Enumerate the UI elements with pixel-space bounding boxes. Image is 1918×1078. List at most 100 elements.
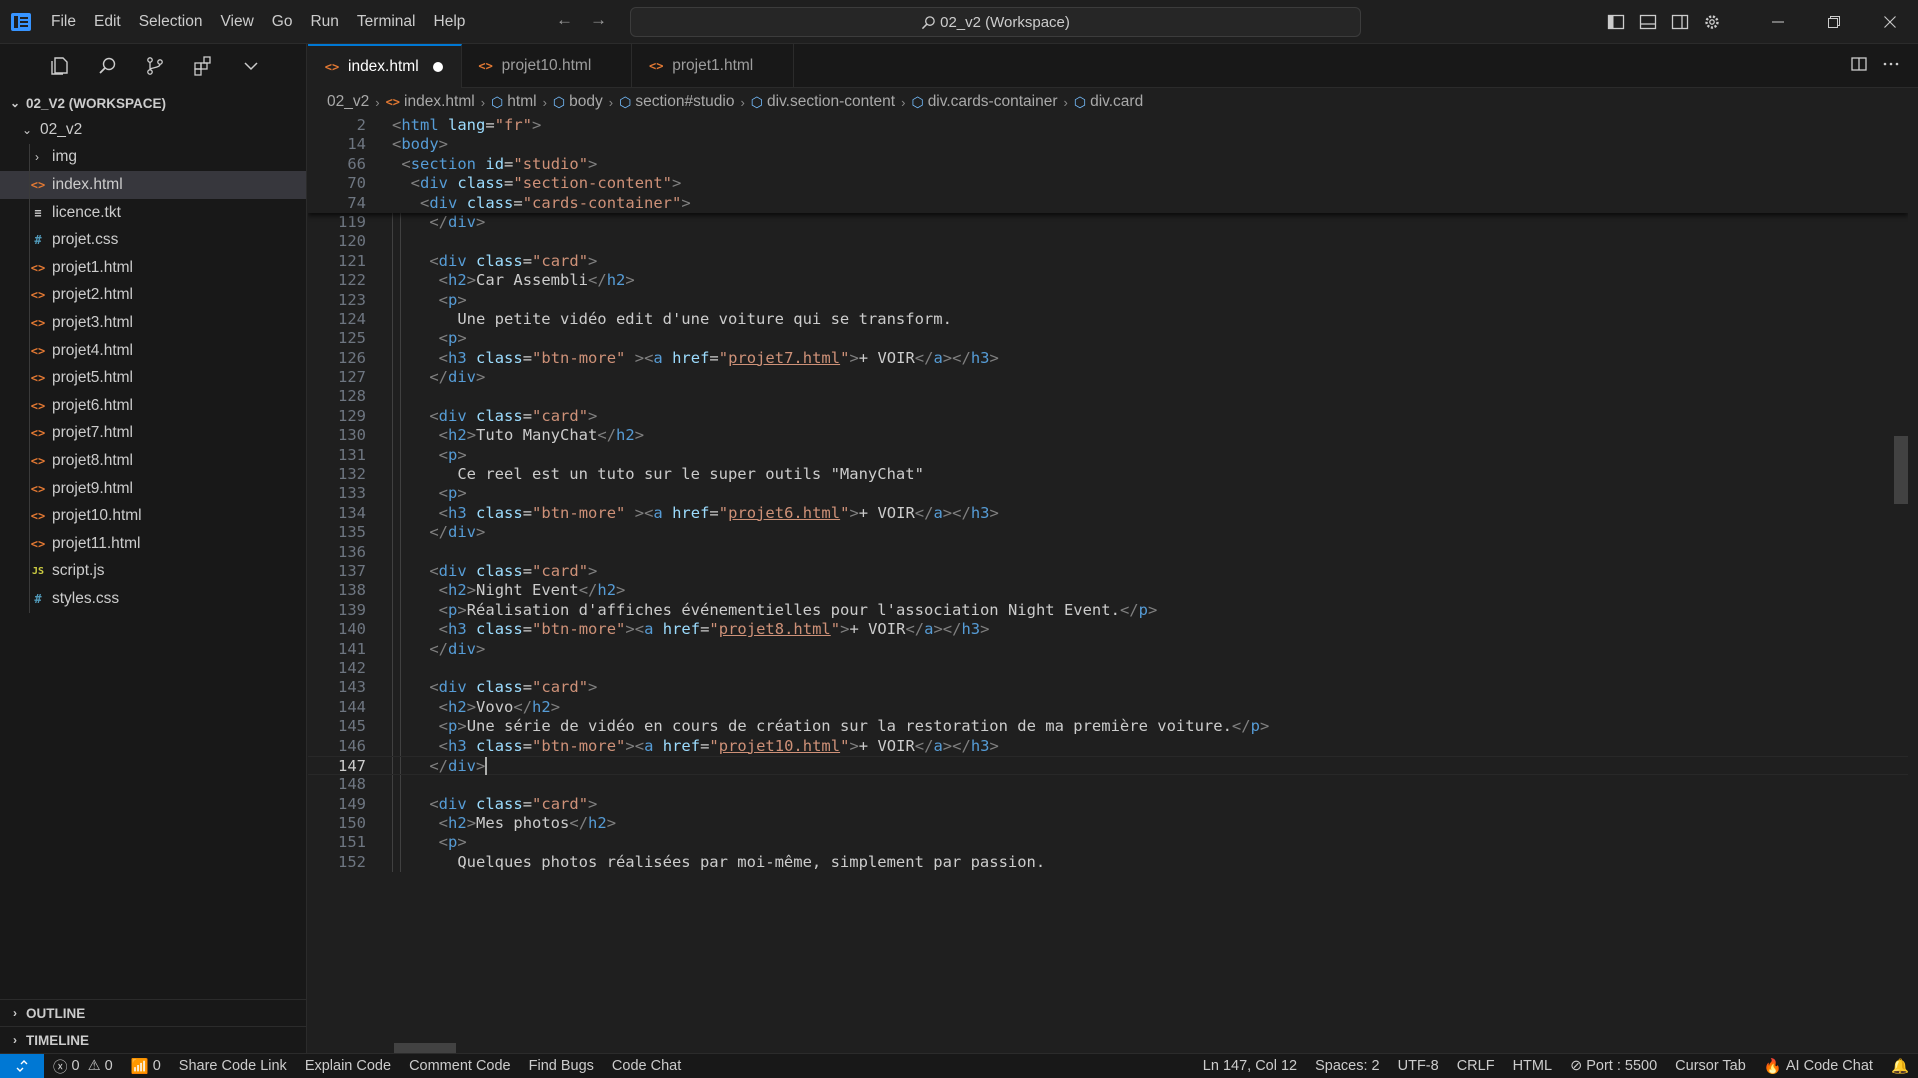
close-button[interactable]	[1862, 0, 1918, 44]
code-line[interactable]: 138 <h2>Night Event</h2>	[308, 581, 1908, 601]
settings-gear-icon[interactable]	[1696, 0, 1728, 44]
code-line[interactable]: 119 </div>	[308, 212, 1908, 233]
code-line[interactable]: 125 <p>	[308, 329, 1908, 349]
live-server-port[interactable]: ⊘ Port : 5500	[1561, 1058, 1666, 1074]
code-line[interactable]: 144 <h2>Vovo</h2>	[308, 697, 1908, 718]
tree-item[interactable]: <> index.html	[0, 171, 306, 199]
code-line[interactable]: 135 </div>	[308, 523, 1908, 543]
timeline-section[interactable]: › TIMELINE	[0, 1026, 306, 1053]
tree-item[interactable]: › img	[0, 143, 306, 172]
tree-item[interactable]: <> projet6.html	[0, 391, 306, 420]
command-center-search[interactable]: 02_v2 (Workspace)	[630, 7, 1361, 37]
more-views-chevron-icon[interactable]	[240, 55, 262, 77]
tree-item[interactable]: <> projet11.html	[0, 529, 306, 558]
menu-terminal[interactable]: Terminal	[348, 0, 425, 44]
folder-02-v2[interactable]: ⌄ 02_v2	[0, 116, 306, 144]
menu-run[interactable]: Run	[301, 0, 347, 44]
menu-edit[interactable]: Edit	[85, 0, 130, 44]
menu-file[interactable]: File	[42, 0, 85, 44]
code-line[interactable]: 152 Quelques photos réalisées par moi-mê…	[308, 852, 1908, 873]
code-line[interactable]: 128	[308, 387, 1908, 407]
tree-item[interactable]: <> projet4.html	[0, 336, 306, 365]
extensions-icon[interactable]	[192, 55, 214, 77]
code-line[interactable]: 146 <h3 class="btn-more"><a href="projet…	[308, 736, 1908, 756]
encoding[interactable]: UTF-8	[1389, 1058, 1448, 1074]
menu-selection[interactable]: Selection	[130, 0, 212, 44]
status-action-find-bugs[interactable]: Find Bugs	[520, 1058, 603, 1074]
minimize-button[interactable]	[1750, 0, 1806, 44]
status-action-comment-code[interactable]: Comment Code	[400, 1058, 520, 1074]
code-line[interactable]: 148	[308, 775, 1908, 795]
code-line[interactable]: 120	[308, 232, 1908, 252]
language-mode[interactable]: HTML	[1504, 1058, 1561, 1074]
editor-tab[interactable]: <> projet1.html	[632, 44, 795, 88]
menu-view[interactable]: View	[211, 0, 262, 44]
breadcrumb-item[interactable]: <> index.html	[386, 93, 475, 111]
explorer-files-icon[interactable]	[48, 55, 70, 77]
more-actions-icon[interactable]	[1882, 55, 1900, 77]
tree-item[interactable]: <> projet3.html	[0, 309, 306, 337]
editor-tab[interactable]: <> projet10.html	[462, 44, 633, 88]
unsaved-dot-icon[interactable]	[432, 62, 443, 72]
toggle-panel-icon[interactable]	[1632, 0, 1664, 44]
vertical-scrollbar-thumb[interactable]	[1894, 436, 1908, 504]
code-line[interactable]: 150 <h2>Mes photos</h2>	[308, 814, 1908, 834]
code-line[interactable]: 139 <p>Réalisation d'affiches événementi…	[308, 600, 1908, 621]
breadcrumb-item[interactable]: ⬡ section#studio	[619, 93, 734, 111]
menu-help[interactable]: Help	[425, 0, 475, 44]
code-line[interactable]: 127 </div>	[308, 368, 1908, 388]
code-line[interactable]: 149 <div class="card">	[308, 794, 1908, 815]
restore-button[interactable]	[1806, 0, 1862, 44]
toggle-secondary-sidebar-icon[interactable]	[1664, 0, 1696, 44]
status-action-code-chat[interactable]: Code Chat	[603, 1058, 690, 1074]
code-line[interactable]: 140 <h3 class="btn-more"><a href="projet…	[308, 620, 1908, 640]
tree-item[interactable]: <> projet1.html	[0, 253, 306, 282]
remote-indicator[interactable]	[0, 1053, 44, 1078]
horizontal-scrollbar-thumb[interactable]	[394, 1043, 456, 1053]
tree-item[interactable]: <> projet5.html	[0, 364, 306, 392]
code-line[interactable]: 122 <h2>Car Assembli</h2>	[308, 271, 1908, 291]
tree-item[interactable]: # styles.css	[0, 585, 306, 613]
cursor-tab[interactable]: Cursor Tab	[1666, 1058, 1755, 1074]
code-line[interactable]: 66 <section id="studio">	[308, 155, 1908, 174]
tree-item[interactable]: <> projet10.html	[0, 502, 306, 530]
code-line[interactable]: 126 <h3 class="btn-more" ><a href="proje…	[308, 348, 1908, 369]
code-line[interactable]: 124 Une petite vidéo edit d'une voiture …	[308, 309, 1908, 330]
status-action-share-code-link[interactable]: Share Code Link	[170, 1058, 296, 1074]
code-line[interactable]: 121 <div class="card">	[308, 251, 1908, 272]
code-editor[interactable]: 2 <html lang="fr"> 14 <body> 66 <section id=…	[308, 116, 1908, 1053]
code-line[interactable]: 70 <div class="section-content">	[308, 174, 1908, 193]
forward-arrow-icon[interactable]: →	[590, 10, 607, 30]
code-line[interactable]: 147 </div>	[308, 755, 1908, 776]
breadcrumb-item[interactable]: ⬡ body	[553, 93, 603, 111]
end-of-line[interactable]: CRLF	[1448, 1058, 1504, 1074]
breadcrumb-item[interactable]: ⬡ div.section-content	[751, 93, 895, 111]
ports-indicator[interactable]: 📶 0	[122, 1058, 170, 1075]
breadcrumb-item[interactable]: ⬡ html	[491, 93, 537, 111]
code-line[interactable]: 2 <html lang="fr">	[308, 116, 1908, 135]
back-arrow-icon[interactable]: ←	[556, 10, 573, 30]
code-line[interactable]: 74 <div class="cards-container">	[308, 194, 1908, 213]
tree-item[interactable]: <> projet8.html	[0, 447, 306, 475]
indentation[interactable]: Spaces: 2	[1306, 1058, 1389, 1074]
ai-code-chat[interactable]: 🔥 AI Code Chat	[1755, 1058, 1882, 1075]
menu-go[interactable]: Go	[263, 0, 302, 44]
code-line[interactable]: 151 <p>	[308, 833, 1908, 853]
code-line[interactable]: 142	[308, 658, 1908, 679]
tree-item[interactable]: <> projet7.html	[0, 419, 306, 448]
code-line[interactable]: 131 <p>	[308, 445, 1908, 466]
source-control-icon[interactable]	[144, 55, 166, 77]
tree-item[interactable]: <> projet9.html	[0, 474, 306, 503]
code-line[interactable]: 133 <p>	[308, 484, 1908, 504]
cursor-position[interactable]: Ln 147, Col 12	[1194, 1058, 1306, 1074]
split-editor-icon[interactable]	[1850, 55, 1868, 77]
code-line[interactable]: 136	[308, 542, 1908, 562]
code-line[interactable]: 130 <h2>Tuto ManyChat</h2>	[308, 426, 1908, 446]
notifications-bell-icon[interactable]: 🔔	[1882, 1058, 1918, 1075]
code-line[interactable]: 143 <div class="card">	[308, 678, 1908, 698]
status-action-explain-code[interactable]: Explain Code	[296, 1058, 400, 1074]
problems-indicator[interactable]: ⓧ 0 ⚠ 0	[44, 1056, 122, 1077]
code-line[interactable]: 132 Ce reel est un tuto sur le super out…	[308, 465, 1908, 485]
code-line[interactable]: 137 <div class="card">	[308, 561, 1908, 582]
tree-item[interactable]: ≡ licence.tkt	[0, 198, 306, 227]
